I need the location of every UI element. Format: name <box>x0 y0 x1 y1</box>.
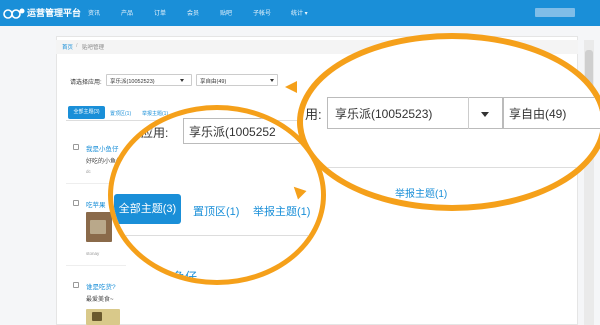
nav-link-news[interactable]: 资讯 <box>88 8 100 17</box>
post-thumbnail-detail <box>90 220 106 234</box>
zoom-tab-reported[interactable]: 举报主题(1) <box>395 185 447 200</box>
post-checkbox[interactable] <box>73 282 79 288</box>
post-text: 最爱美食~ <box>86 297 114 303</box>
post-thumbnail-detail <box>92 312 102 321</box>
forum-select-value: 享自由(49) <box>200 79 227 85</box>
breadcrumb-current: 贴吧管理 <box>82 45 105 51</box>
zoom-tab-pinned[interactable]: 置顶区(1) <box>193 203 239 219</box>
nav-link-orders[interactable]: 订单 <box>154 8 166 17</box>
zoom-app-label: 用: <box>305 107 322 122</box>
zoom-tab-underline <box>113 235 321 236</box>
post-checkbox[interactable] <box>73 144 79 150</box>
zoom-callout-filter: 用: 享乐派(10052523) 享自由(49) 举报主题(1) <box>297 33 600 211</box>
zoom-tab-all[interactable]: 全部主题(3) <box>114 194 181 224</box>
nav-link-stats[interactable]: 统计 ▾ <box>291 8 308 17</box>
nav-link-products[interactable]: 产品 <box>121 8 133 17</box>
caret-down-icon <box>180 79 184 82</box>
nav-link-members[interactable]: 会员 <box>187 8 199 17</box>
zoom-app-label: 应用: <box>141 126 169 140</box>
post-divider <box>66 265 126 266</box>
caret-down-icon <box>481 112 489 117</box>
app-select-value: 享乐派(10052523) <box>110 79 155 85</box>
zoom-forum-select-value: 享自由(49) <box>509 107 567 121</box>
post-meta: stonay <box>86 251 100 256</box>
callout-arrow-icon <box>285 81 297 93</box>
post-checkbox[interactable] <box>73 200 79 206</box>
post-meta: dc <box>86 169 91 174</box>
post-title[interactable]: 谁是吃货? <box>86 281 116 291</box>
user-menu[interactable] <box>535 8 575 17</box>
nav-link-subaccounts[interactable]: 子帐号 <box>253 8 271 17</box>
breadcrumb-separator: / <box>76 43 78 49</box>
tab-all-topics[interactable]: 全部主题(3) <box>68 106 105 119</box>
zoom-tab-underline <box>303 167 600 168</box>
post-title[interactable]: 吃苹果 <box>86 199 106 209</box>
tab-pinned[interactable]: 置顶区(1) <box>110 110 131 117</box>
caret-down-icon <box>270 79 274 82</box>
post-title[interactable]: 我是小鱼仔 <box>86 143 119 153</box>
breadcrumb-home[interactable]: 首页 <box>62 43 73 51</box>
logo-icon[interactable] <box>3 5 25 20</box>
app-select-label: 请选择应用: <box>70 80 102 86</box>
zoom-app-select-value: 享乐派(10052523) <box>335 107 433 121</box>
zoom-select-divider <box>468 97 469 129</box>
nav-link-forum[interactable]: 贴吧 <box>220 8 232 17</box>
zoom-app-select-value: 享乐派(1005252 <box>189 125 276 139</box>
brand-title[interactable]: 运营管理平台 <box>27 6 81 19</box>
zoom-tab-reported[interactable]: 举报主题(1) <box>253 203 310 219</box>
